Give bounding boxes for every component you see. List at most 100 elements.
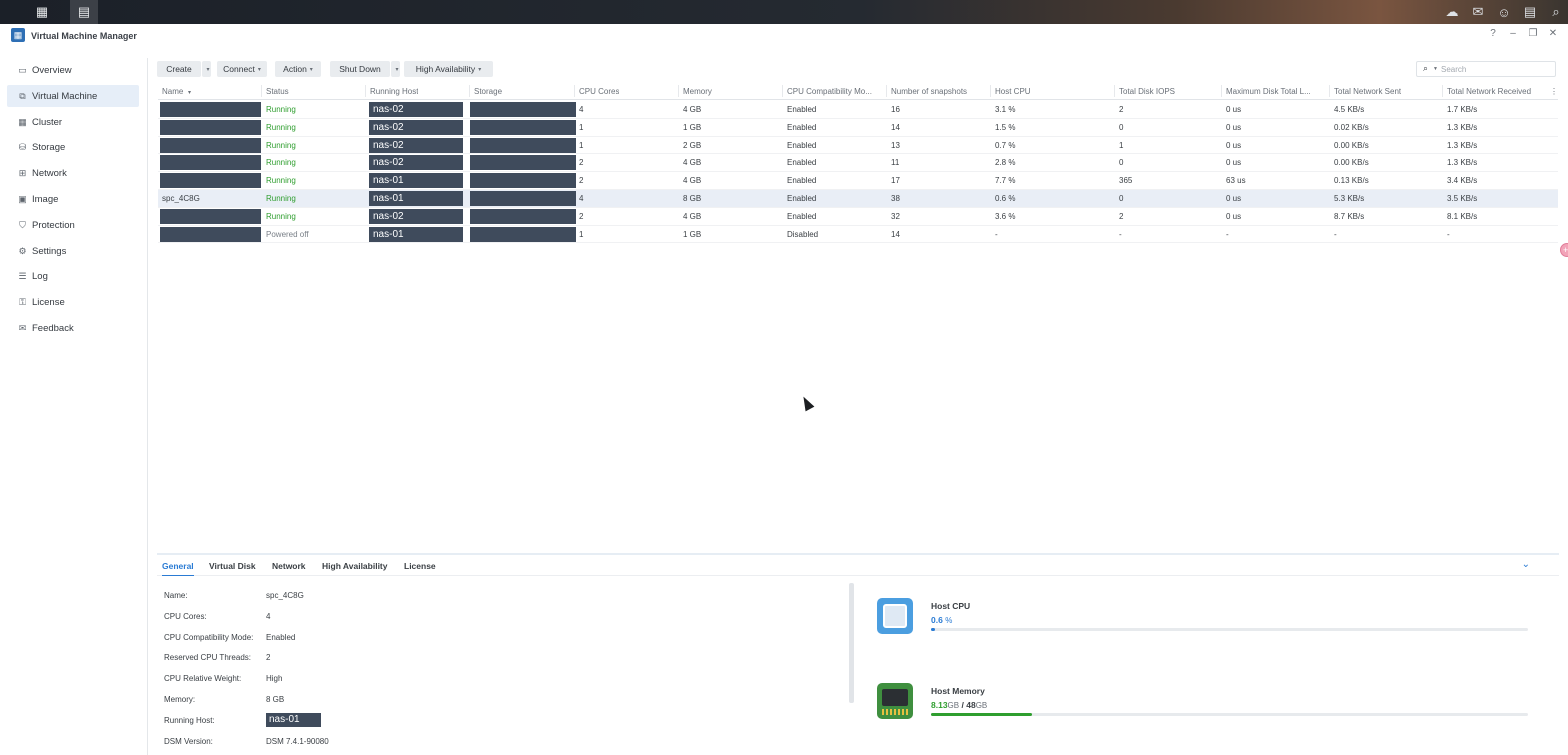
sidebar-item-settings[interactable]: ⚙ Settings xyxy=(7,240,139,262)
close-icon[interactable]: ✕ xyxy=(1548,28,1558,39)
cell-net-recv: 1.3 KB/s xyxy=(1447,140,1478,150)
chevron-down-icon[interactable]: ▼ xyxy=(1433,66,1438,72)
column-divider[interactable] xyxy=(1114,85,1115,97)
field-label: CPU Cores: xyxy=(164,611,207,621)
column-divider[interactable] xyxy=(990,85,991,97)
table-row[interactable]: Running nas-01 2 4 GB Enabled 17 7.7 % 365 63 us… xyxy=(158,172,1558,190)
cell-net-recv: 1.3 KB/s xyxy=(1447,158,1478,168)
column-divider[interactable] xyxy=(782,85,783,97)
column-header[interactable]: Total Disk IOPS xyxy=(1119,87,1175,96)
tab-high-availability[interactable]: High Availability xyxy=(322,561,388,571)
field-label: CPU Relative Weight: xyxy=(164,674,242,684)
redacted-name xyxy=(160,173,261,189)
sidebar-item-license[interactable]: ⚿ License xyxy=(7,292,139,314)
action-button[interactable]: Action ▾ xyxy=(275,61,321,77)
sidebar-item-cluster[interactable]: ▦ Cluster xyxy=(7,111,139,133)
search-icon[interactable]: ⌕ xyxy=(1548,4,1564,20)
search-input[interactable] xyxy=(1441,64,1551,75)
cell-status: Powered off xyxy=(266,229,309,239)
cell-iops: 1 xyxy=(1119,140,1124,150)
running-host-cell: nas-02 xyxy=(369,119,463,135)
window-title: Virtual Machine Manager xyxy=(31,31,137,41)
table-row[interactable]: Running nas-02 2 4 GB Enabled 11 2.8 % 0 0 us 0.0… xyxy=(158,154,1558,173)
column-header[interactable]: Number of snapshots xyxy=(891,87,967,96)
cell-max-latency: 0 us xyxy=(1226,105,1242,114)
table-row[interactable]: Running nas-02 1 1 GB Enabled 14 1.5 % 0 0 us 0.0… xyxy=(158,119,1558,137)
column-divider[interactable] xyxy=(886,85,887,97)
sidebar-item-storage[interactable]: ⛁ Storage xyxy=(7,137,139,159)
sidebar-item-label: Storage xyxy=(32,142,66,154)
sidebar-item-log[interactable]: ☰ Log xyxy=(7,266,139,288)
field-value: High xyxy=(266,674,283,684)
panel-divider[interactable] xyxy=(157,553,1559,555)
high-availability-button[interactable]: High Availability ▾ xyxy=(404,61,493,77)
floating-add-icon[interactable]: + xyxy=(1560,243,1568,257)
main-menu-icon[interactable]: ▦ xyxy=(28,0,56,24)
cell-compat: Enabled xyxy=(787,194,817,203)
minimize-icon[interactable]: – xyxy=(1508,28,1518,39)
collapse-panel-icon[interactable]: ⌄ xyxy=(1522,559,1530,570)
details-scrollbar[interactable] xyxy=(849,583,854,703)
create-button[interactable]: Create xyxy=(157,61,201,77)
search-box[interactable]: ⌕ ▼ xyxy=(1416,61,1556,77)
column-header[interactable]: Running Host xyxy=(370,87,418,96)
tab-general[interactable]: General xyxy=(162,561,194,576)
table-row[interactable]: Running nas-02 4 4 GB Enabled 16 3.1 % 2 0 us 4.5… xyxy=(158,101,1558,119)
tab-network[interactable]: Network xyxy=(272,561,306,571)
sidebar-item-virtual-machine[interactable]: ⧉ Virtual Machine xyxy=(7,85,139,108)
column-divider[interactable] xyxy=(678,85,679,97)
column-divider[interactable] xyxy=(574,85,575,97)
sidebar-item-protection[interactable]: ⛉ Protection xyxy=(7,214,139,236)
column-divider[interactable] xyxy=(1221,85,1222,97)
column-divider[interactable] xyxy=(1329,85,1330,97)
cell-max-latency: - xyxy=(1226,229,1229,239)
column-divider[interactable] xyxy=(469,85,470,97)
column-header[interactable]: Total Network Sent xyxy=(1334,87,1401,96)
column-divider[interactable] xyxy=(1442,85,1443,97)
column-header[interactable]: Host CPU xyxy=(995,87,1031,96)
vmm-taskbar-icon[interactable]: ▤ xyxy=(70,0,98,24)
vm-icon: ⧉ xyxy=(19,90,26,101)
tab-virtual-disk[interactable]: Virtual Disk xyxy=(209,561,256,571)
table-row[interactable]: Running nas-02 2 4 GB Enabled 32 3.6 % 2 0 us 8.7… xyxy=(158,208,1558,226)
column-header[interactable]: Maximum Disk Total L... xyxy=(1226,87,1311,96)
cell-cores: 2 xyxy=(579,211,584,221)
cell-net-sent: 8.7 KB/s xyxy=(1334,211,1365,221)
column-menu-icon[interactable]: ⋮ xyxy=(1550,87,1558,96)
redacted-name xyxy=(160,226,261,242)
widgets-icon[interactable]: ▤ xyxy=(1522,4,1538,20)
column-header[interactable]: Status xyxy=(266,87,289,96)
field-label: DSM Version: xyxy=(164,736,213,746)
sidebar-item-image[interactable]: ▣ Image xyxy=(7,189,139,211)
column-divider[interactable] xyxy=(365,85,366,97)
column-header[interactable]: Total Network Received xyxy=(1447,87,1531,96)
cell-net-recv: 1.7 KB/s xyxy=(1447,105,1478,114)
sidebar-item-label: Overview xyxy=(32,65,72,76)
cell-status: Running xyxy=(266,105,296,114)
sidebar-item-feedback[interactable]: ✉ Feedback xyxy=(7,318,139,340)
column-header[interactable]: Storage xyxy=(474,87,502,96)
help-icon[interactable]: ? xyxy=(1488,28,1498,39)
connect-button[interactable]: Connect ▾ xyxy=(217,61,267,77)
detail-tabs: ⌄ General Virtual Disk Network High Availab… xyxy=(157,556,1559,576)
column-header[interactable]: Name xyxy=(162,87,183,96)
notification-icon[interactable]: ✉ xyxy=(1470,4,1486,20)
tab-license[interactable]: License xyxy=(404,561,436,571)
column-header[interactable]: Memory xyxy=(683,87,712,96)
user-icon[interactable]: ☺ xyxy=(1496,5,1512,20)
create-dropdown-button[interactable]: ▾ xyxy=(202,61,211,77)
cloud-sync-icon[interactable]: ☁ xyxy=(1444,4,1460,20)
sidebar-item-overview[interactable]: ▭ Overview xyxy=(7,60,139,82)
column-header[interactable]: CPU Cores xyxy=(579,87,619,96)
cluster-icon: ▦ xyxy=(18,116,27,127)
sidebar-item-network[interactable]: ⊞ Network xyxy=(7,163,139,185)
shutdown-dropdown-button[interactable]: ▾ xyxy=(391,61,400,77)
shutdown-button[interactable]: Shut Down xyxy=(330,61,390,77)
restore-icon[interactable]: ❐ xyxy=(1528,28,1538,39)
column-header[interactable]: CPU Compatibility Mo... xyxy=(787,87,872,96)
table-row[interactable]: spc_4C8G Running nas-01 4 8 GB Enabled 38 0.6 %… xyxy=(158,190,1558,208)
host-cpu-bar-fill xyxy=(931,628,935,631)
table-row[interactable]: Running nas-02 1 2 GB Enabled 13 0.7 % 1 0 us 0.0… xyxy=(158,137,1558,155)
column-divider[interactable] xyxy=(261,85,262,97)
table-row[interactable]: Powered off nas-01 1 1 GB Disabled 14 - - - - - xyxy=(158,226,1558,244)
